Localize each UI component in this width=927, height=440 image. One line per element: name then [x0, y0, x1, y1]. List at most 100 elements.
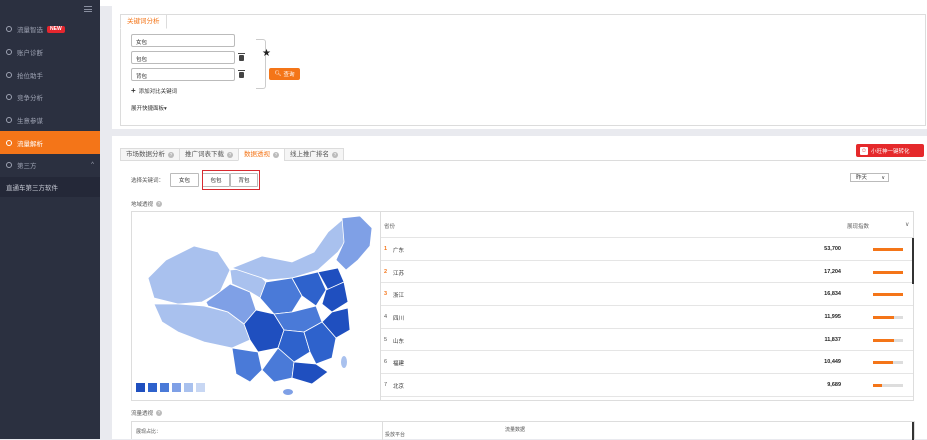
- date-select-value: 昨天: [856, 175, 868, 181]
- help-icon[interactable]: ?: [156, 201, 163, 207]
- competition-icon: [6, 94, 12, 101]
- row-bar-fill: [873, 384, 882, 388]
- flow-scrollbar[interactable]: [912, 422, 914, 440]
- sidebar-item-label: 账户诊断: [17, 50, 43, 58]
- row-rank: 1: [384, 246, 388, 252]
- date-select[interactable]: 昨天 ∨: [850, 173, 889, 182]
- row-bar-fill: [873, 316, 894, 320]
- tab-label: 线上推广排名: [290, 150, 329, 158]
- flow-platform-label: 投放平台: [385, 432, 406, 438]
- table-body: 1 广东 53,700 2 江苏 17,204 3 浙江 16,834 4 四川 11,995 5 山东 1…: [381, 238, 913, 397]
- sidebar-item-label: 竞争分析: [17, 95, 43, 103]
- row-rank: 5: [384, 336, 388, 343]
- analysis-card: 市场数据分析? 推广词表下载? 数据透视? 线上推广排名? ☺ 小旺神一键转化 选…: [112, 136, 927, 440]
- row-value: 10,449: [824, 359, 841, 366]
- tab-keyword-download[interactable]: 推广词表下载?: [179, 148, 239, 161]
- table-row: 3 浙江 16,834: [381, 283, 913, 307]
- menu-toggle-icon[interactable]: [84, 6, 92, 12]
- legend-level-6: [196, 383, 205, 392]
- header-metric[interactable]: 展现指数: [847, 222, 869, 230]
- advisor-icon: [6, 117, 12, 124]
- sidebar-item-competition[interactable]: 竞争分析: [0, 86, 100, 109]
- promo-label: 小旺神一键转化: [871, 148, 910, 155]
- star-icon[interactable]: ★: [262, 48, 271, 59]
- sidebar-item-business-advisor[interactable]: 生意参谋: [0, 109, 100, 132]
- sidebar-item-label: 抢位助手: [17, 72, 43, 80]
- keyword-input-3[interactable]: 背包: [131, 68, 235, 81]
- tab-market-data[interactable]: 市场数据分析?: [120, 148, 180, 161]
- promo-convert-button[interactable]: ☺ 小旺神一键转化: [856, 144, 924, 157]
- legend-level-5: [184, 383, 193, 392]
- row-bar: [873, 293, 903, 297]
- china-map: [131, 211, 381, 401]
- table-scrollbar[interactable]: [912, 238, 914, 284]
- keyword-option-1[interactable]: 女包: [170, 173, 199, 187]
- sidebar-item-traffic-analysis[interactable]: 流量解析: [0, 131, 100, 155]
- help-icon[interactable]: ?: [168, 151, 174, 158]
- caret-down-icon: ▾: [164, 106, 167, 112]
- keyword-input-2[interactable]: 包包: [131, 51, 235, 64]
- row-rank: 2: [384, 268, 388, 275]
- row-region-name: 广东: [393, 248, 405, 254]
- tab-keyword-analysis[interactable]: 关键词分析: [120, 14, 167, 29]
- legend-level-3: [160, 383, 169, 392]
- add-keyword-link[interactable]: + 添加对比关键词: [131, 86, 177, 95]
- add-keyword-label: 添加对比关键词: [138, 89, 178, 95]
- row-bar-fill: [873, 293, 903, 297]
- tab-online-ranking[interactable]: 线上推广排名?: [284, 148, 344, 161]
- sidebar-item-traffic-select[interactable]: 流量智选 NEW: [0, 18, 100, 41]
- help-icon[interactable]: ?: [273, 151, 279, 158]
- flow-share-label: 展现占比：: [136, 429, 162, 435]
- row-rank: 6: [384, 359, 388, 366]
- expand-panel-label: 展开快捷面板: [131, 106, 165, 112]
- row-region-name: 江苏: [393, 270, 405, 277]
- row-bar-fill: [873, 270, 903, 274]
- table-header: 省份 展现指数 ∨: [381, 212, 913, 238]
- select-keyword-label: 选择关键词：: [131, 178, 165, 184]
- legend-level-2: [148, 383, 157, 392]
- tab-label: 市场数据分析: [126, 150, 165, 158]
- header-region: 省份: [384, 224, 396, 230]
- row-bar: [873, 316, 903, 320]
- tab-data-pivot[interactable]: 数据透视?: [238, 148, 285, 161]
- diagnosis-icon: [6, 49, 12, 56]
- traffic-icon: [6, 26, 12, 33]
- region-table: 省份 展现指数 ∨ 1 广东 53,700 2 江苏 17,204 3 浙江 16,834 4 四川…: [381, 211, 914, 401]
- help-icon[interactable]: ?: [332, 151, 338, 158]
- row-bar-fill: [873, 248, 903, 251]
- flow-divider: [382, 422, 383, 440]
- sidebar-subitem-third-party-software[interactable]: 直通车第三方软件: [0, 176, 100, 197]
- new-badge: NEW: [47, 25, 65, 33]
- flow-panel: 展现占比： 投放平台 流量数据: [131, 421, 915, 440]
- table-row: 5 山东 11,837: [381, 329, 913, 352]
- help-icon[interactable]: ?: [156, 410, 163, 416]
- chevron-down-icon[interactable]: ∨: [905, 221, 909, 228]
- keyword-input-1[interactable]: 女包: [131, 34, 235, 47]
- tab-label: 数据透视: [244, 150, 270, 158]
- expand-panel-link[interactable]: 展开快捷面板▾: [131, 104, 167, 112]
- china-map-svg: [147, 215, 373, 395]
- row-value: 53,700: [824, 246, 841, 252]
- region-title-label: 地域透视: [131, 202, 154, 208]
- row-bar: [873, 338, 903, 342]
- sidebar-item-account-diagnosis[interactable]: 账户诊断: [0, 41, 100, 64]
- table-row: 4 四川 11,995: [381, 306, 913, 329]
- map-region-taiwan: [341, 356, 347, 368]
- row-value: 11,995: [824, 314, 841, 321]
- rank-icon: [6, 71, 12, 78]
- flow-title: 流量透视?: [131, 409, 163, 417]
- sidebar-item-rank-helper[interactable]: 抢位助手: [0, 63, 100, 86]
- sidebar-item-third-party[interactable]: 第三方 ^: [0, 154, 100, 177]
- map-region-guangdong: [291, 361, 329, 385]
- row-value: 16,834: [824, 291, 841, 298]
- table-row: 7 北京 9,689: [381, 374, 913, 397]
- row-rank: 3: [384, 291, 388, 298]
- help-icon[interactable]: ?: [227, 151, 233, 158]
- row-bar-fill: [873, 361, 893, 365]
- search-button[interactable]: 🔍︎ 查询: [269, 68, 300, 80]
- trash-icon[interactable]: [238, 70, 245, 78]
- trash-icon[interactable]: [238, 53, 245, 61]
- search-icon: 🔍︎: [274, 71, 282, 77]
- sidebar-header: [0, 0, 100, 18]
- legend-level-1: [136, 383, 145, 392]
